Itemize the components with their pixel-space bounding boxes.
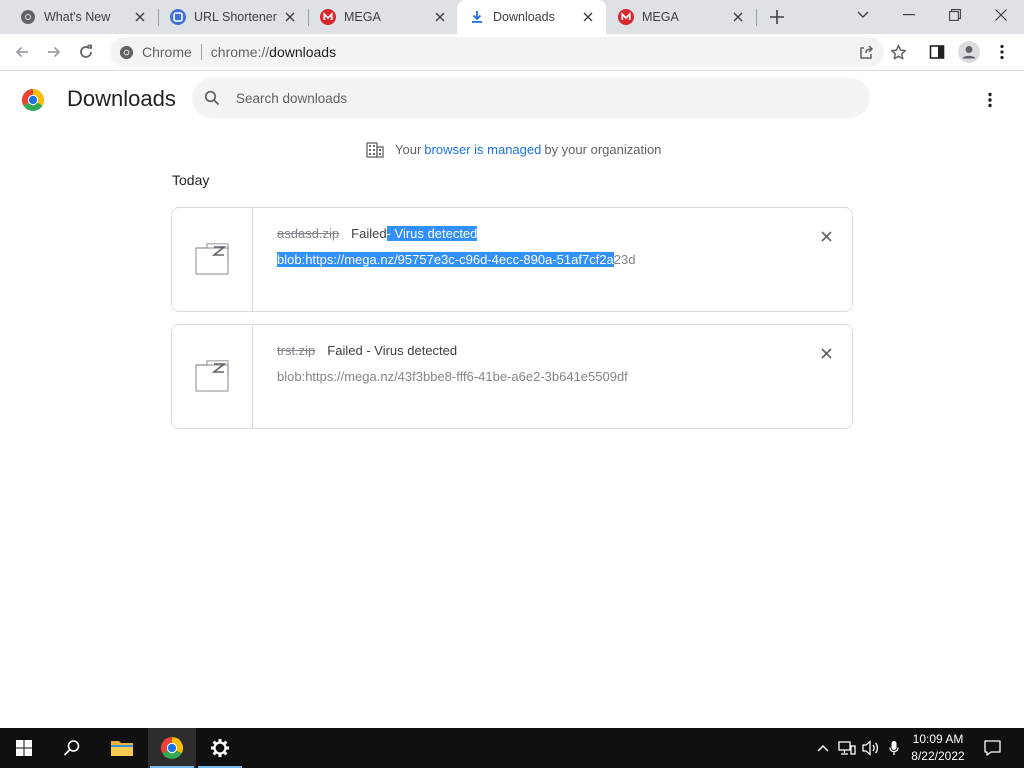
remove-download-button[interactable] — [816, 226, 836, 246]
download-icon — [469, 9, 485, 25]
taskbar-chrome[interactable] — [148, 728, 196, 768]
close-tab-icon[interactable] — [578, 7, 598, 27]
close-tab-icon[interactable] — [430, 7, 450, 27]
show-hidden-icons-button[interactable] — [814, 728, 832, 768]
download-url[interactable]: blob:https://mega.nz/43f3bbe8-fff6-41be-… — [277, 369, 628, 384]
tab-url-shortener[interactable]: URL Shortener — [158, 0, 308, 34]
mega-icon — [618, 9, 634, 25]
speaker-icon — [862, 740, 879, 756]
volume-control[interactable] — [860, 728, 882, 768]
file-icon-column — [172, 208, 253, 311]
tab-mega-2[interactable]: MEGA — [606, 0, 756, 34]
managed-suffix: by your organization — [544, 141, 662, 157]
download-item: trst.zip Failed - Virus detected blob:ht… — [171, 324, 853, 429]
chrome-icon — [20, 9, 36, 25]
file-name[interactable]: trst.zip — [277, 343, 315, 358]
back-button[interactable] — [8, 38, 36, 66]
date-section-label: Today — [172, 172, 210, 188]
forward-button[interactable] — [40, 38, 68, 66]
tab-separator — [756, 9, 757, 26]
search-icon — [63, 740, 80, 756]
notification-icon — [983, 740, 1001, 756]
tab-title: MEGA — [642, 10, 679, 24]
url-host: downloads — [269, 44, 337, 60]
address-bar[interactable]: Chrome chrome:// downloads — [110, 37, 884, 67]
new-tab-button[interactable] — [764, 5, 790, 29]
remove-download-button[interactable] — [816, 343, 836, 363]
windows-logo-icon — [16, 740, 32, 756]
taskbar-search-button[interactable] — [48, 728, 96, 768]
download-status-selected: - Virus detected — [386, 226, 478, 241]
tab-strip: What's New URL Shortener MEGA Downloads — [0, 0, 1024, 34]
download-status: Failed — [351, 226, 387, 241]
minimize-button[interactable] — [886, 0, 932, 30]
close-tab-icon[interactable] — [130, 7, 150, 27]
zip-file-icon — [195, 243, 229, 275]
restore-button[interactable] — [932, 0, 978, 30]
close-tab-icon[interactable] — [728, 7, 748, 27]
site-name: Chrome — [142, 44, 192, 60]
search-input[interactable] — [236, 88, 836, 108]
download-url-rest[interactable]: 23d — [614, 252, 636, 267]
taskbar-file-explorer[interactable] — [98, 728, 146, 768]
profile-avatar-icon[interactable] — [957, 40, 981, 64]
search-icon — [204, 90, 220, 106]
search-downloads-box[interactable] — [192, 78, 870, 118]
file-icon-column — [172, 325, 253, 428]
bookmark-star-icon[interactable] — [886, 40, 910, 64]
network-status[interactable] — [836, 728, 858, 768]
tab-mega-1[interactable]: MEGA — [308, 0, 458, 34]
download-url-selected[interactable]: blob:https://mega.nz/95757e3c-c96d-4ecc-… — [277, 252, 614, 267]
microphone-status[interactable] — [884, 728, 904, 768]
side-panel-icon[interactable] — [925, 40, 949, 64]
chrome-logo-icon — [160, 737, 184, 760]
tab-downloads[interactable]: Downloads — [457, 0, 606, 34]
taskbar-clock[interactable]: 10:09 AM 8/22/2022 — [905, 731, 971, 765]
gear-icon — [211, 739, 229, 757]
url-scheme: chrome:// — [210, 44, 270, 60]
reload-button[interactable] — [72, 38, 100, 66]
page-title: Downloads — [67, 86, 176, 111]
tab-search-chevron-icon[interactable] — [840, 0, 886, 30]
chrome-logo-icon — [21, 89, 45, 112]
clock-time: 10:09 AM — [912, 732, 964, 746]
tab-title: What's New — [44, 10, 111, 24]
tab-whats-new[interactable]: What's New — [0, 0, 158, 34]
share-icon[interactable] — [857, 43, 875, 61]
managed-prefix: Your — [395, 141, 422, 157]
close-window-button[interactable] — [978, 0, 1024, 30]
browser-menu-icon[interactable] — [990, 40, 1014, 64]
zip-file-icon — [195, 360, 229, 392]
chevron-up-icon — [817, 745, 829, 752]
browser-managed-link[interactable]: browser is managed — [424, 142, 541, 157]
tab-title: URL Shortener — [194, 10, 277, 24]
managed-notice: Your browser is managed by your organiza… — [366, 140, 664, 158]
network-icon — [838, 741, 856, 755]
start-button[interactable] — [0, 728, 48, 768]
clock-date: 8/22/2022 — [911, 749, 965, 763]
browser-toolbar: Chrome chrome:// downloads — [0, 34, 1024, 71]
microphone-icon — [889, 741, 899, 755]
windows-taskbar: 10:09 AM 8/22/2022 — [0, 728, 1024, 768]
taskbar-settings[interactable] — [196, 728, 244, 768]
tab-title: MEGA — [344, 10, 381, 24]
downloads-menu-icon[interactable] — [978, 88, 1002, 112]
downloads-header: Downloads — [0, 72, 1024, 126]
building-icon — [366, 142, 384, 158]
action-center-button[interactable] — [978, 728, 1006, 768]
file-name[interactable]: asdasd.zip — [277, 226, 339, 241]
chrome-icon — [118, 44, 134, 60]
tab-title: Downloads — [493, 10, 555, 24]
folder-icon — [111, 741, 133, 756]
download-status: Failed - Virus detected — [327, 343, 458, 358]
close-tab-icon[interactable] — [280, 7, 300, 27]
omnibox-divider — [200, 44, 202, 60]
mega-icon — [320, 9, 336, 25]
download-item: asdasd.zip Failed - Virus detected blob:… — [171, 207, 853, 312]
url-shortener-icon — [170, 9, 186, 25]
